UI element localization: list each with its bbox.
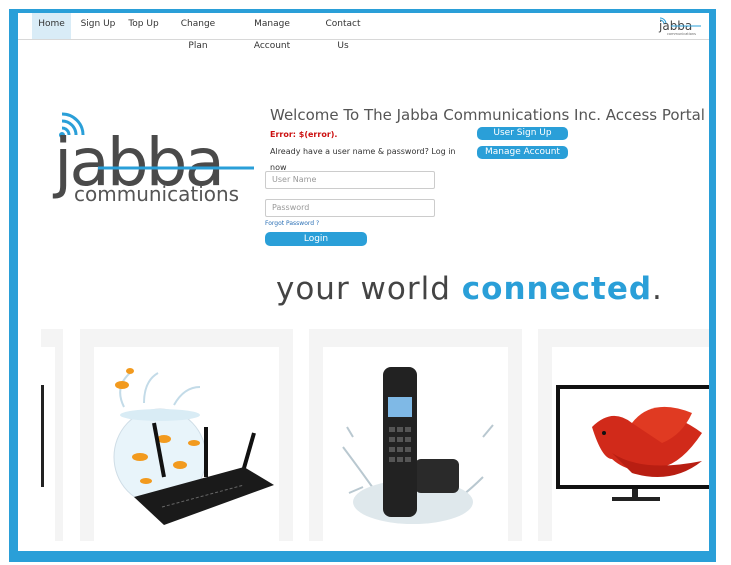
error-message: Error: $(error). — [270, 130, 338, 139]
username-input[interactable]: User Name — [265, 171, 435, 189]
tv-betta-fish-image — [552, 347, 709, 541]
nav-contact-us[interactable]: Contact Us — [320, 13, 366, 51]
password-input[interactable]: Password — [265, 199, 435, 217]
mini-jabba-logo[interactable]: jabba communications — [657, 15, 703, 37]
mini-logo-sub: communications — [667, 32, 696, 36]
carousel-card-partial[interactable] — [41, 329, 63, 541]
tagline-connected: connected — [461, 271, 653, 307]
nav-home[interactable]: Home — [32, 13, 71, 39]
carousel-card-tv[interactable] — [538, 329, 709, 541]
welcome-heading: Welcome To The Jabba Communications Inc.… — [270, 106, 705, 124]
cordless-phone-splash-image — [323, 347, 508, 541]
carousel-card-router[interactable] — [80, 329, 293, 541]
goldfish-router-image — [94, 347, 279, 541]
tagline: your world connected. — [276, 271, 663, 307]
top-nav: Home Sign Up Top Up Change Plan Manage A… — [18, 13, 709, 51]
page-frame: Home Sign Up Top Up Change Plan Manage A… — [9, 9, 716, 562]
tagline-part1: your world — [276, 271, 462, 307]
manage-account-button[interactable]: Manage Account — [477, 146, 568, 159]
nav-manage-account[interactable]: Manage Account — [238, 13, 306, 51]
device-image — [41, 347, 55, 541]
nav-top-up[interactable]: Top Up — [128, 13, 159, 39]
user-sign-up-button[interactable]: User Sign Up — [477, 127, 568, 140]
jabba-logo: jabba communications — [52, 112, 254, 205]
nav-change-plan[interactable]: Change Plan — [172, 13, 224, 51]
nav-sign-up[interactable]: Sign Up — [80, 13, 116, 39]
carousel-card-phone[interactable] — [309, 329, 522, 541]
login-button[interactable]: Login — [265, 232, 367, 246]
forgot-password-link[interactable]: Forgot Password ? — [265, 220, 319, 227]
tagline-dot: . — [652, 271, 663, 307]
page-content: Home Sign Up Top Up Change Plan Manage A… — [18, 13, 709, 551]
logo-sub: communications — [74, 182, 239, 205]
